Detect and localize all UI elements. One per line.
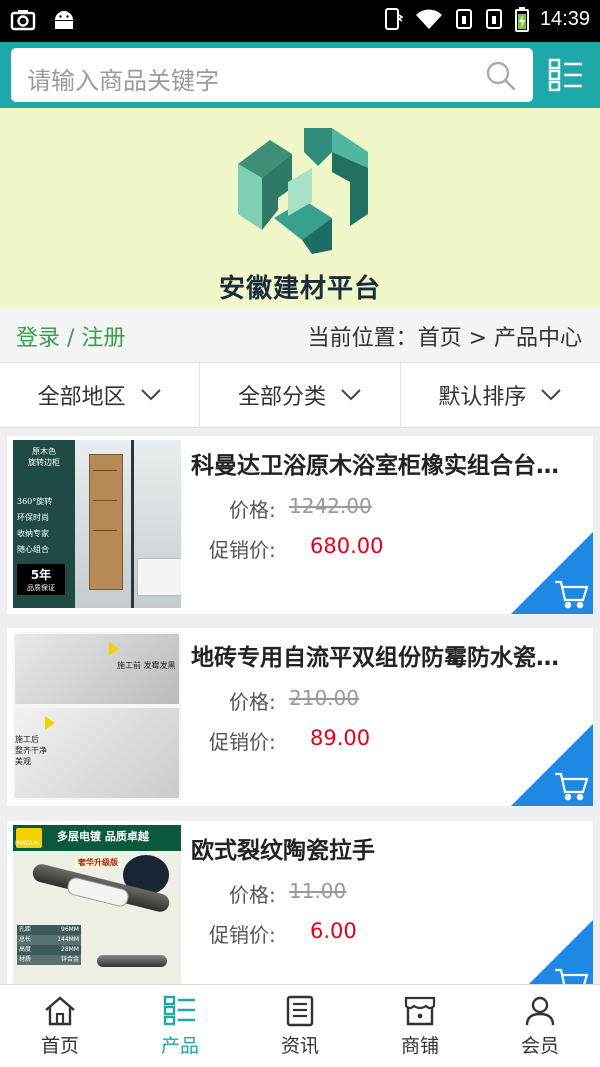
filter-category[interactable]: 全部分类 <box>200 363 401 427</box>
thumb-text: 原木色 <box>32 447 56 456</box>
promo-price: 6.00 <box>310 919 357 943</box>
status-time: 14:39 <box>539 7 590 30</box>
thumb-text: 144MM <box>57 936 79 943</box>
tab-news[interactable]: 资讯 <box>240 985 360 1067</box>
product-title[interactable]: 欧式裂纹陶瓷拉手 <box>191 831 576 865</box>
thumb-text: 施工后 <box>15 735 39 744</box>
tab-shops[interactable]: 商铺 <box>360 985 480 1067</box>
android-icon <box>55 11 73 29</box>
news-icon <box>286 995 314 1027</box>
thumb-text: 多层电镀 品质卓越 <box>57 830 149 843</box>
promo-price-label: 促销价: <box>209 538 276 562</box>
status-bar: 14:39 <box>0 0 600 42</box>
phone-vibrate-icon <box>384 8 404 30</box>
filter-region-label: 全部地区 <box>37 385 126 410</box>
brand-logo <box>238 128 368 254</box>
thumb-text: 收纳专家 <box>17 529 49 538</box>
search-input[interactable]: 请输入商品关键字 <box>11 48 533 102</box>
product-title[interactable]: 科曼达卫浴原木浴室柜橡实组合台… <box>191 446 576 480</box>
tab-home[interactable]: 首页 <box>0 985 120 1067</box>
product-thumbnail[interactable]: 施工前 发霉发黑 施工后 整齐干净 美观 <box>13 632 181 800</box>
member-icon <box>525 996 555 1026</box>
chevron-down-icon <box>341 389 361 401</box>
thumb-text: 孔距 <box>19 926 32 933</box>
battery-charging-icon <box>514 7 529 32</box>
original-price: 11.00 <box>289 879 347 903</box>
shop-icon <box>404 996 436 1026</box>
add-to-cart-button[interactable] <box>511 724 593 806</box>
search-icon[interactable] <box>485 60 517 92</box>
price-label: 价格: <box>229 690 276 714</box>
thumb-text: 品质保证 <box>27 584 55 592</box>
thumb-text: 锌合金 <box>60 956 79 963</box>
tab-news-label: 资讯 <box>280 1035 319 1057</box>
thumb-text: 高度 <box>19 946 32 953</box>
category-menu-icon[interactable] <box>548 58 584 92</box>
product-card[interactable]: 原木色 旋转边柜 360°旋转 环保时尚 收纳专家 随心组合 5年 品质保证 科… <box>7 436 593 614</box>
breadcrumb: 当前位置：首页 > 产品中心 <box>307 326 582 351</box>
login-register-link[interactable]: 登录 / 注册 <box>16 320 125 352</box>
thumb-text: 随心组合 <box>17 545 49 554</box>
promo-price: 680.00 <box>310 534 384 558</box>
price-label: 价格: <box>229 498 276 522</box>
breadcrumb-bar: 登录 / 注册 当前位置：首页 > 产品中心 <box>0 308 600 362</box>
sim1-icon <box>455 9 472 29</box>
filter-sort-label: 默认排序 <box>438 385 527 410</box>
filter-region[interactable]: 全部地区 <box>0 363 201 427</box>
add-to-cart-button[interactable] <box>511 532 593 614</box>
filter-sort[interactable]: 默认排序 <box>401 363 600 427</box>
original-price: 210.00 <box>289 686 359 710</box>
screenshot-icon <box>10 10 36 31</box>
search-placeholder: 请输入商品关键字 <box>27 67 219 95</box>
product-card[interactable]: INNDUN 多层电镀 品质卓越 奢华升级版 孔距 96MM 总长 144MM 高度… <box>7 821 593 984</box>
promo-price-label: 促销价: <box>209 923 276 947</box>
brand-name: 安徽建材平台 <box>218 274 381 304</box>
product-thumbnail[interactable]: 原木色 旋转边柜 360°旋转 环保时尚 收纳专家 随心组合 5年 品质保证 <box>13 440 181 608</box>
thumb-text: 旋转边柜 <box>28 458 60 467</box>
search-bar: 请输入商品关键字 <box>0 42 600 108</box>
thumb-text: 360°旋转 <box>17 497 53 506</box>
brand-banner: 安徽建材平台 <box>0 108 600 308</box>
product-title[interactable]: 地砖专用自流平双组份防霉防水瓷… <box>191 638 576 672</box>
thumb-text: 环保时尚 <box>17 513 49 522</box>
thumb-text: 96MM <box>61 926 79 933</box>
tab-member[interactable]: 会员 <box>480 985 600 1067</box>
sim2-icon <box>485 9 502 29</box>
home-icon <box>45 996 75 1026</box>
chevron-down-icon <box>541 389 562 401</box>
thumb-text: 整齐干净 <box>15 746 47 755</box>
chevron-down-icon <box>140 389 161 401</box>
thumb-text: 总长 <box>19 936 32 943</box>
product-list-icon <box>163 995 195 1026</box>
thumb-text: 材质 <box>19 956 32 963</box>
thumb-text: 奢华升级版 <box>75 857 121 868</box>
tab-products-label: 产品 <box>160 1035 199 1057</box>
product-card[interactable]: 施工前 发霉发黑 施工后 整齐干净 美观 地砖专用自流平双组份防霉防水瓷… 价格… <box>7 628 593 806</box>
tab-products[interactable]: 产品 <box>120 985 240 1067</box>
price-label: 价格: <box>229 883 276 907</box>
thumb-text: 美观 <box>15 757 31 766</box>
original-price: 1242.00 <box>289 494 372 518</box>
add-to-cart-button[interactable] <box>511 920 593 984</box>
thumb-text: INNDUN <box>15 840 40 847</box>
product-thumbnail[interactable]: INNDUN 多层电镀 品质卓越 奢华升级版 孔距 96MM 总长 144MM 高度… <box>13 825 181 984</box>
tab-shops-label: 商铺 <box>400 1035 439 1057</box>
filter-bar: 全部地区 全部分类 默认排序 <box>0 362 600 428</box>
thumb-text: 28MM <box>61 946 79 953</box>
bottom-tab-bar: 首页 产品 资讯 商铺 会员 <box>0 984 600 1067</box>
promo-price-label: 促销价: <box>209 730 276 754</box>
tab-home-label: 首页 <box>40 1035 79 1057</box>
thumb-text: 5年 <box>30 568 52 582</box>
filter-category-label: 全部分类 <box>237 385 326 410</box>
thumb-text: 施工前 发霉发黑 <box>117 661 176 670</box>
wifi-icon <box>415 9 442 29</box>
promo-price: 89.00 <box>310 726 371 750</box>
tab-member-label: 会员 <box>520 1035 559 1057</box>
